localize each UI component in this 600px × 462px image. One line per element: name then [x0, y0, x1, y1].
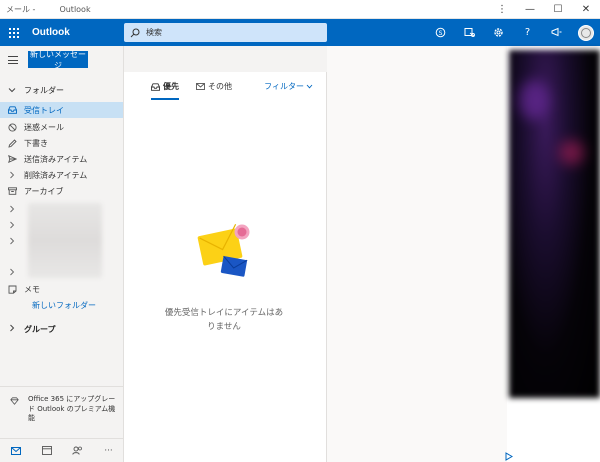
app-brand[interactable]: Outlook [32, 27, 124, 38]
calendar-icon[interactable] [31, 446, 62, 455]
new-folder-link[interactable]: 新しいフォルダー [32, 300, 96, 311]
help-icon[interactable]: ? [513, 19, 542, 46]
app-launcher-button[interactable] [0, 19, 28, 46]
window-titlebar: メール - Outlook ⋮ — ☐ ✕ [0, 0, 600, 19]
header-actions: S ? [426, 19, 600, 46]
window-controls: ⋮ — ☐ ✕ [488, 0, 600, 19]
chevron-down-icon [0, 86, 24, 95]
groups-heading-label: グループ [24, 324, 56, 334]
message-list-pane: 優先 その他 フィルター 優先受信トレイにアイテムはありません [124, 72, 327, 462]
waffle-icon [9, 27, 19, 38]
inbox-tabs: 優先 その他 フィルター [124, 72, 327, 102]
avatar [577, 24, 594, 41]
tab-other-label: その他 [208, 82, 232, 91]
folder-drafts[interactable]: 下書き [0, 135, 123, 151]
folder-notes[interactable]: メモ [0, 281, 123, 297]
hamburger-icon[interactable] [8, 56, 18, 64]
reading-pane [327, 46, 507, 462]
folder-junk[interactable]: 迷惑メール [0, 119, 123, 135]
folder-sent[interactable]: 送信済みアイテム [0, 151, 123, 167]
folder-deleted[interactable]: 削除済みアイテム [0, 167, 123, 183]
search-input[interactable] [146, 28, 306, 37]
groups-heading[interactable]: グループ [0, 321, 124, 337]
tab-focused[interactable]: 優先 [151, 81, 179, 100]
pencil-icon [0, 138, 24, 148]
close-button[interactable]: ✕ [572, 0, 600, 19]
maximize-button[interactable]: ☐ [544, 0, 572, 19]
account-button[interactable] [571, 19, 600, 46]
folder-label: 迷惑メール [24, 122, 64, 132]
premium-upsell[interactable]: Office 365 にアップグレード Outlook のプレミアム機能 [0, 386, 124, 424]
app-header: Outlook S ? [0, 19, 600, 46]
window-title-app: Outlook [59, 4, 91, 14]
inbox-icon [0, 106, 24, 114]
skype-icon[interactable]: S [426, 19, 455, 46]
more-options-icon[interactable]: ⋮ [488, 0, 516, 19]
chevron-right-icon[interactable] [0, 171, 24, 179]
tab-focused-label: 優先 [163, 82, 179, 91]
search-icon [124, 28, 146, 38]
notes-icon [0, 285, 24, 294]
empty-inbox-illustration [196, 222, 256, 284]
chevron-right-icon[interactable] [0, 233, 24, 249]
chevron-right-icon [0, 324, 24, 334]
minimize-button[interactable]: — [516, 0, 544, 19]
chevron-right-icon[interactable] [0, 217, 24, 233]
folder-label: 受信トレイ [24, 105, 64, 115]
more-icon[interactable]: ··· [93, 446, 124, 456]
svg-text:S: S [439, 30, 443, 37]
folder-label: 送信済みアイテム [24, 154, 88, 164]
folder-label: 下書き [24, 138, 48, 148]
chevron-right-icon[interactable] [0, 264, 24, 280]
inbox-icon [151, 82, 160, 91]
upsell-text: Office 365 にアップグレード Outlook のプレミアム機能 [28, 395, 116, 422]
advertisement-image[interactable] [509, 50, 600, 398]
junk-icon [0, 122, 24, 132]
blurred-folder-list [28, 203, 102, 278]
tab-other[interactable]: その他 [196, 81, 232, 92]
meet-icon[interactable] [455, 19, 484, 46]
empty-inbox-message: 優先受信トレイにアイテムはありません [164, 308, 284, 332]
new-message-button[interactable]: 新しいメッセージ [28, 50, 88, 70]
folder-label: アーカイブ [24, 186, 64, 196]
settings-icon[interactable] [484, 19, 513, 46]
chevron-down-icon [306, 84, 313, 89]
window-title-prefix: メール - [6, 4, 36, 14]
folder-label: 削除済みアイテム [24, 170, 88, 180]
folders-heading[interactable]: フォルダー [0, 82, 124, 98]
mail-icon [196, 83, 205, 90]
chevron-right-icon[interactable] [0, 201, 24, 217]
archive-icon [0, 187, 24, 195]
filter-label: フィルター [264, 82, 304, 91]
folder-label: メモ [24, 284, 40, 294]
folders-heading-label: フォルダー [24, 85, 64, 95]
mail-icon[interactable] [0, 446, 31, 455]
search-box[interactable] [124, 23, 327, 42]
module-switcher: ··· [0, 438, 124, 462]
diamond-icon [0, 395, 28, 424]
folder-archive[interactable]: アーカイブ [0, 183, 123, 199]
send-icon [0, 155, 24, 163]
ad-pane [507, 46, 600, 462]
people-icon[interactable] [62, 446, 93, 455]
adchoices-icon[interactable] [505, 452, 515, 462]
folder-inbox[interactable]: 受信トレイ [0, 102, 123, 118]
feedback-icon[interactable] [542, 19, 571, 46]
folder-pane: 新しいメッセージ フォルダー 受信トレイ 迷惑メール 下書き 送信済みアイテム [0, 46, 124, 462]
filter-button[interactable]: フィルター [264, 81, 313, 92]
